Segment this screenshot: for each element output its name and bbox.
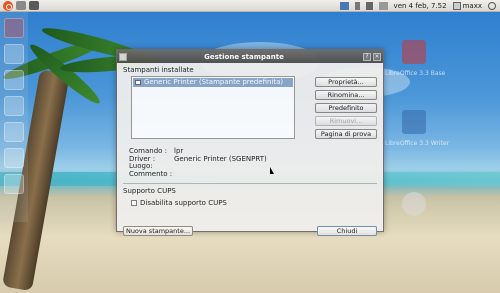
driver-value: Generic Printer (SGENPRT) (174, 154, 267, 163)
user-menu[interactable]: maxx (452, 1, 482, 10)
network-icon[interactable] (339, 1, 349, 10)
launcher-item[interactable] (4, 70, 24, 90)
launcher-item[interactable] (4, 122, 24, 142)
set-default-button[interactable]: Predefinito (315, 103, 377, 113)
printer-name: Generic Printer (Stampante predefinita) (144, 78, 284, 86)
disable-cups-checkbox[interactable] (131, 200, 137, 206)
printer-manager-window: Gestione stampante ? × Stampanti install… (116, 49, 384, 236)
remove-button[interactable]: Rimuovi... (315, 116, 377, 126)
launcher-item[interactable] (4, 96, 24, 116)
printer-app-icon (119, 52, 127, 61)
printer-list-item[interactable]: Generic Printer (Stampante predefinita) (133, 78, 293, 87)
installed-printers-heading: Stampanti installate (123, 66, 194, 74)
battery-icon[interactable] (354, 1, 360, 10)
disc-icon[interactable] (402, 192, 426, 216)
printer-icon (135, 80, 141, 85)
launcher-item[interactable] (4, 44, 24, 64)
disable-cups-label: Disabilita supporto CUPS (140, 199, 227, 207)
libreoffice-base-icon[interactable] (402, 40, 426, 64)
volume-icon[interactable] (365, 1, 373, 10)
close-button[interactable]: Chiudi (317, 226, 377, 236)
top-panel: ven 4 feb, 7.52 maxx (0, 0, 500, 12)
window-title: Gestione stampante (204, 52, 284, 61)
close-icon[interactable]: × (373, 52, 381, 61)
file-manager-icon[interactable] (16, 1, 26, 10)
help-icon[interactable]: ? (363, 52, 371, 61)
ubuntu-menu-icon[interactable] (3, 0, 13, 11)
desktop-icon-label: LibreOffice 3.3 Writer (385, 140, 450, 147)
separator (123, 183, 377, 184)
clock[interactable]: ven 4 feb, 7.52 (394, 2, 447, 10)
printer-info: Comando : lpr Driver : Generic Printer (… (129, 147, 377, 178)
desktop-icon-label: LibreOffice 3.3 Base (385, 70, 446, 77)
terminal-icon[interactable] (29, 1, 39, 10)
disable-cups-option[interactable]: Disabilita supporto CUPS (131, 199, 377, 207)
mouse-cursor (270, 167, 274, 174)
user-name: maxx (462, 1, 482, 10)
launcher-item[interactable] (4, 18, 24, 38)
comment-label: Commento : (129, 169, 173, 178)
new-printer-button[interactable]: Nuova stampante... (123, 226, 193, 236)
mail-icon[interactable] (378, 1, 388, 10)
launcher-item[interactable] (4, 174, 24, 194)
window-titlebar[interactable]: Gestione stampante ? × (117, 50, 383, 63)
launcher-item[interactable] (4, 148, 24, 168)
libreoffice-writer-icon[interactable] (402, 110, 426, 134)
user-icon (452, 1, 461, 10)
printer-list[interactable]: Generic Printer (Stampante predefinita) (131, 76, 295, 139)
properties-button[interactable]: Proprietà... (315, 77, 377, 87)
rename-button[interactable]: Rinomina... (315, 90, 377, 100)
launcher-bar (0, 12, 28, 222)
test-page-button[interactable]: Pagina di prova (315, 129, 377, 139)
cups-heading: Supporto CUPS (123, 187, 176, 195)
power-icon[interactable] (488, 1, 496, 10)
